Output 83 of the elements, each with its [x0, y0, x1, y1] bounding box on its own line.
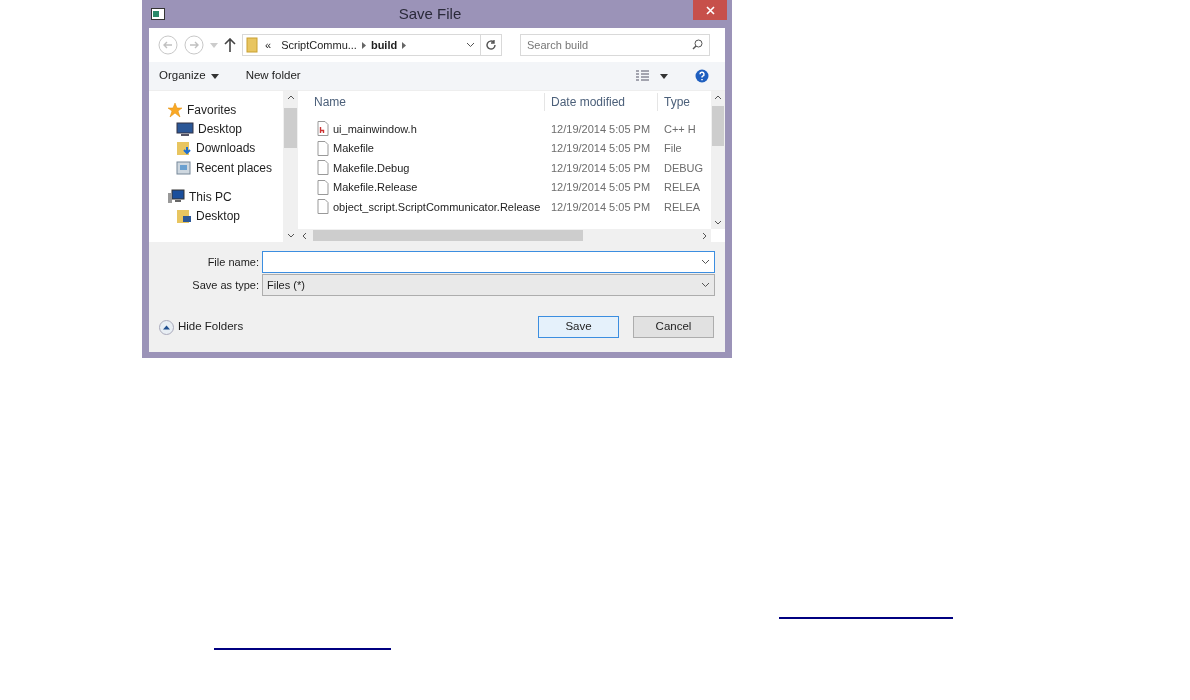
file-date: 12/19/2014 5:05 PM	[550, 141, 652, 156]
document-icon	[317, 179, 329, 195]
hide-folders-button[interactable]: Hide Folders	[159, 318, 244, 336]
file-name: Makefile.Release	[333, 180, 418, 195]
sidebar-item[interactable]: Desktop	[149, 119, 283, 139]
search-icon	[692, 39, 703, 50]
chevron-down-icon	[701, 259, 710, 265]
file-row[interactable]: object_script.ScriptCommunicator.Release 12/19/2014 5:05 PM RELEA	[298, 197, 711, 217]
column-header[interactable]: Date modified	[545, 93, 658, 111]
chevron-down-icon[interactable]	[714, 220, 722, 225]
window-title: Save File	[397, 3, 463, 24]
sidebar-item[interactable]: Favorites	[149, 100, 283, 119]
organize-menu[interactable]: Organize	[159, 67, 219, 85]
refresh-icon[interactable]	[485, 39, 497, 51]
caret-icon[interactable]	[660, 73, 668, 79]
document-icon	[317, 140, 329, 156]
header-file-icon	[317, 121, 329, 137]
scrollbar-thumb[interactable]	[712, 106, 724, 146]
chevron-down-icon	[701, 282, 710, 288]
file-type: DEBUG	[663, 160, 704, 176]
computer-icon	[167, 189, 185, 205]
file-row[interactable]: Makefile 12/19/2014 5:05 PM File	[298, 138, 711, 158]
sidebar-item[interactable]: This PC	[149, 187, 283, 207]
file-type: C++ H	[663, 121, 696, 137]
column-header[interactable]: Type	[658, 93, 690, 111]
address-bar[interactable]: « ScriptCommu... build	[242, 34, 502, 56]
app-icon	[151, 8, 167, 20]
file-name: Makefile.Debug	[333, 160, 410, 176]
document-icon	[317, 199, 329, 215]
file-type: RELEA	[663, 180, 701, 195]
sidebar-item[interactable]: Desktop	[149, 206, 283, 226]
sidebar-item[interactable]: Downloads	[149, 138, 283, 158]
scrollbar-thumb[interactable]	[313, 230, 583, 241]
file-date: 12/19/2014 5:05 PM	[550, 121, 652, 137]
search-field[interactable]: Search build	[520, 34, 710, 56]
file-name: ui_mainwindow.h	[333, 121, 417, 137]
chevron-up-icon[interactable]	[714, 95, 722, 100]
file-date: 12/19/2014 5:05 PM	[550, 180, 652, 195]
chevron-left-icon[interactable]	[302, 231, 307, 240]
file-row[interactable]: ui_mainwindow.h 12/19/2014 5:05 PM C++ H	[298, 119, 711, 139]
chevron-down-icon[interactable]	[466, 42, 475, 48]
column-header[interactable]: Name	[298, 93, 545, 111]
file-type: File	[663, 141, 682, 156]
chevron-icon[interactable]	[361, 41, 366, 49]
vertical-scrollbar[interactable]	[283, 91, 298, 242]
help-icon[interactable]	[695, 69, 709, 83]
folder-icon	[246, 37, 260, 53]
file-name-field[interactable]	[262, 251, 715, 273]
dialog-button[interactable]: Save	[538, 316, 619, 338]
file-type: RELEA	[663, 199, 701, 215]
folder-icon	[176, 208, 192, 225]
recent-places-icon	[176, 159, 192, 176]
field-label: Save as type:	[191, 277, 260, 293]
dialog-button[interactable]: Cancel	[633, 316, 714, 338]
new-folder-button[interactable]: New folder	[245, 67, 301, 85]
up-arrow-icon[interactable]	[224, 38, 236, 52]
chevron-down-icon[interactable]	[286, 233, 295, 238]
breadcrumb[interactable]: ScriptCommu...	[276, 36, 362, 54]
chevron-right-icon[interactable]	[702, 231, 707, 240]
file-row[interactable]: Makefile.Release 12/19/2014 5:05 PM RELEA	[298, 177, 711, 197]
horizontal-scrollbar[interactable]	[298, 229, 711, 242]
close-icon	[705, 5, 715, 15]
monitor-icon	[176, 121, 194, 136]
document-icon	[317, 160, 329, 176]
vertical-scrollbar[interactable]	[711, 91, 725, 229]
breadcrumb[interactable]: build	[365, 36, 403, 54]
chevron-up-icon[interactable]	[286, 95, 295, 100]
file-date: 12/19/2014 5:05 PM	[550, 199, 652, 215]
file-date: 12/19/2014 5:05 PM	[550, 160, 652, 176]
file-row[interactable]: Makefile.Debug 12/19/2014 5:05 PM DEBUG	[298, 158, 711, 178]
breadcrumb[interactable]: «	[260, 36, 277, 54]
chevron-up-icon	[159, 319, 174, 335]
star-icon	[167, 101, 183, 118]
download-folder-icon	[176, 140, 192, 157]
file-name: Makefile	[333, 141, 374, 156]
scrollbar-thumb[interactable]	[284, 108, 297, 148]
field-label: File name:	[206, 254, 260, 270]
caret-icon	[210, 73, 219, 79]
sidebar-item[interactable]: Recent places	[149, 158, 283, 178]
chevron-icon[interactable]	[402, 41, 407, 49]
close-button[interactable]	[693, 0, 727, 20]
file-type-dropdown[interactable]: Files (*)	[262, 274, 715, 296]
file-name: object_script.ScriptCommunicator.Release	[333, 199, 541, 215]
